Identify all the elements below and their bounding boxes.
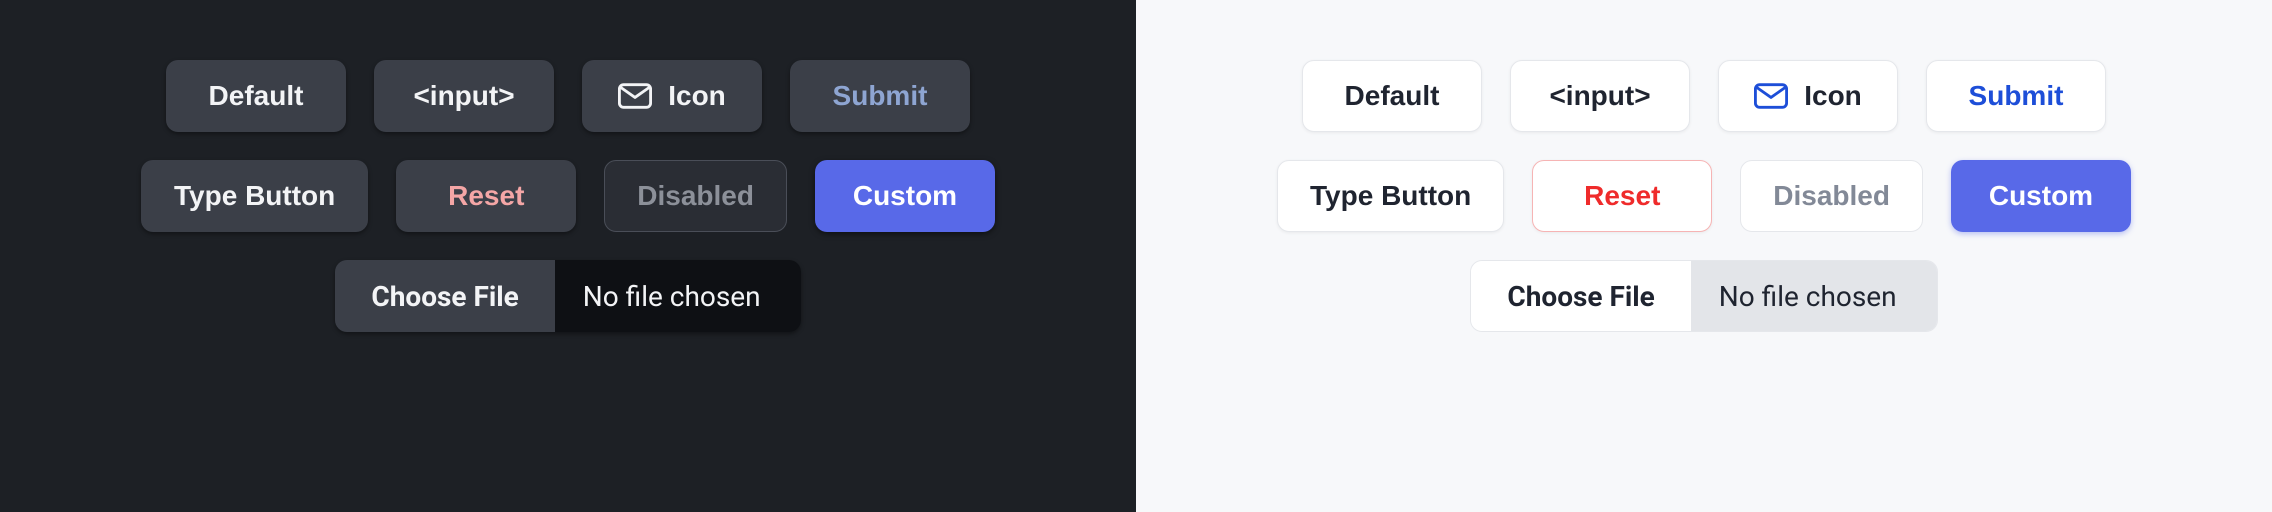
disabled-button: Disabled [604, 160, 787, 232]
button-row-1: Default <input> Icon Submit [166, 60, 970, 132]
disabled-button: Disabled [1740, 160, 1923, 232]
choose-file-button[interactable]: Choose File [1471, 261, 1690, 331]
dark-theme-panel: Default <input> Icon Submit Type Button … [0, 0, 1136, 512]
file-status-text: No file chosen [1691, 261, 1937, 331]
icon-button-label: Icon [668, 80, 726, 112]
file-input[interactable]: Choose File No file chosen [335, 260, 800, 332]
default-button[interactable]: Default [166, 60, 346, 132]
file-row-container: Choose File No file chosen [1470, 260, 1937, 332]
custom-button[interactable]: Custom [1951, 160, 2131, 232]
reset-button[interactable]: Reset [1532, 160, 1712, 232]
envelope-icon [1754, 83, 1788, 109]
custom-button[interactable]: Custom [815, 160, 995, 232]
input-button[interactable]: <input> [374, 60, 554, 132]
default-button[interactable]: Default [1302, 60, 1482, 132]
button-row-2: Type Button Reset Disabled Custom [141, 160, 995, 232]
file-input[interactable]: Choose File No file chosen [1470, 260, 1937, 332]
submit-button[interactable]: Submit [1926, 60, 2106, 132]
submit-button[interactable]: Submit [790, 60, 970, 132]
file-status-text: No file chosen [555, 260, 801, 332]
input-button[interactable]: <input> [1510, 60, 1690, 132]
icon-button[interactable]: Icon [1718, 60, 1898, 132]
envelope-icon [618, 83, 652, 109]
reset-button[interactable]: Reset [396, 160, 576, 232]
type-button[interactable]: Type Button [141, 160, 368, 232]
icon-button[interactable]: Icon [582, 60, 762, 132]
button-row-1: Default <input> Icon Submit [1302, 60, 2106, 132]
icon-button-label: Icon [1804, 80, 1862, 112]
file-row-container: Choose File No file chosen [335, 260, 800, 332]
type-button[interactable]: Type Button [1277, 160, 1504, 232]
choose-file-button[interactable]: Choose File [335, 260, 554, 332]
light-theme-panel: Default <input> Icon Submit Type Button … [1136, 0, 2272, 512]
button-row-2: Type Button Reset Disabled Custom [1277, 160, 2131, 232]
